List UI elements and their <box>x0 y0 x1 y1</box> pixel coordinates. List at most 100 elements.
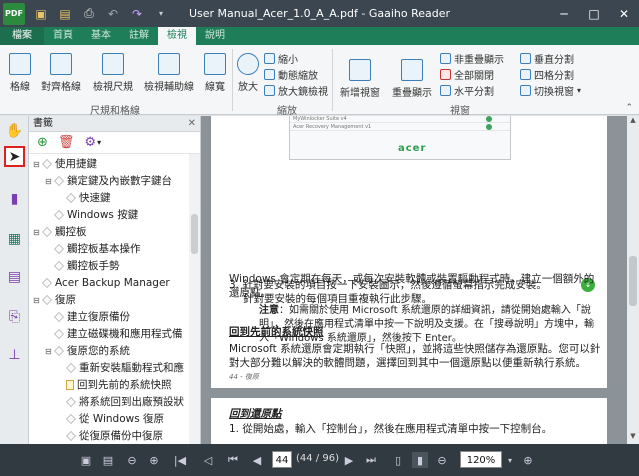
first-page-icon[interactable]: |◀ <box>172 452 188 468</box>
continuous-page-icon[interactable]: ▮ <box>412 452 428 468</box>
horizontal-split-button[interactable]: 水平分割 <box>440 83 494 98</box>
loupe-icon <box>264 85 275 96</box>
line-width-button[interactable]: 線寬 <box>202 53 228 93</box>
print-icon[interactable]: ⎙ <box>81 6 97 22</box>
bookmark-item[interactable]: 建立磁碟機和應用程式備 <box>29 326 200 343</box>
collapse-icon[interactable]: ⊟ <box>45 343 54 360</box>
zoom-in-status-icon[interactable]: ⊕ <box>520 452 536 468</box>
zoom-in-button[interactable]: 放大 <box>236 53 260 93</box>
save-icon[interactable]: ▤ <box>57 6 73 22</box>
bookmark-item[interactable]: 觸控板基本操作 <box>29 241 200 258</box>
panel-scrollbar[interactable] <box>189 154 200 444</box>
hand-tool-icon[interactable]: ✋ <box>4 120 25 141</box>
redo-icon[interactable]: ↷ <box>129 6 145 22</box>
fit-width-icon[interactable]: ▤ <box>100 452 116 468</box>
quad-split-button[interactable]: 四格分割 <box>520 67 574 82</box>
cascade-button[interactable]: 重疊顯示 <box>390 59 434 99</box>
tile-button[interactable]: 非重疊顯示 <box>440 51 504 66</box>
folder-icon[interactable]: ▣ <box>33 6 49 22</box>
panel-close-icon[interactable]: ✕ <box>188 116 196 132</box>
signature-icon[interactable]: ⊥ <box>4 344 25 365</box>
minimize-button[interactable]: ─ <box>549 0 579 27</box>
bookmark-item[interactable]: 從 Windows 復原 <box>29 411 200 428</box>
current-page-input[interactable]: 44 <box>272 451 292 468</box>
bookmark-item[interactable]: ⊟ 使用捷鍵 <box>29 156 200 173</box>
loupe-button[interactable]: 放大鏡檢視 <box>264 83 328 98</box>
panel-toolbar: ⊕ 🗑 ⚙ ▾ <box>29 132 200 154</box>
bookmark-item[interactable]: Windows 按鍵 <box>29 207 200 224</box>
bookmark-panel-icon[interactable]: ▮ <box>4 188 25 209</box>
collapse-icon[interactable]: ⊟ <box>33 292 42 309</box>
switch-window-button[interactable]: 切換視窗 ▾ <box>520 83 581 98</box>
bookmark-options-icon[interactable]: ⚙ <box>84 135 96 150</box>
document-scrollbar[interactable]: ▲ ▼ <box>627 116 639 444</box>
guides-button[interactable]: 檢視輔助線 <box>140 53 198 93</box>
collapse-icon[interactable]: ⊟ <box>45 173 54 190</box>
group-label-window: 視窗 <box>450 106 470 117</box>
tab-view[interactable]: 檢視 <box>158 27 196 45</box>
group-label-ruler-grid: 尺規和格線 <box>90 106 140 117</box>
previous-page-icon[interactable]: ◀ <box>250 452 264 468</box>
collapse-icon[interactable]: ⊟ <box>33 156 42 173</box>
bookmark-label: 重新安裝驅動程式和應 <box>79 362 184 374</box>
bookmark-item[interactable]: 重新安裝驅動程式和應 <box>29 360 200 377</box>
attachment-icon[interactable]: ⎘ <box>4 306 25 327</box>
bookmark-item[interactable]: 建立復原備份 <box>29 309 200 326</box>
vertical-split-button[interactable]: 垂直分割 <box>520 51 574 66</box>
zoom-dropdown-icon[interactable]: ▾ <box>504 452 516 468</box>
undo-icon[interactable]: ↶ <box>105 6 121 22</box>
delete-bookmark-icon[interactable]: 🗑 <box>58 135 75 150</box>
bookmark-item[interactable]: Acer Backup Manager <box>29 275 200 292</box>
bookmark-item[interactable]: ⊟ 鎖定鍵及內嵌數字鍵台 <box>29 173 200 190</box>
comments-icon[interactable]: ▤ <box>4 266 25 287</box>
bookmark-item[interactable]: 從復原備份中復原 <box>29 428 200 444</box>
bookmark-item[interactable]: 快速鍵 <box>29 190 200 207</box>
acer-logo: acer <box>398 143 427 154</box>
bookmark-item[interactable]: 回到先前的系統快照 <box>29 377 200 394</box>
next-page-icon[interactable]: ▶ <box>342 452 356 468</box>
collapse-icon[interactable]: ⊟ <box>33 224 42 241</box>
thumbnails-icon[interactable]: ▦ <box>4 228 25 249</box>
grid-button[interactable]: 格線 <box>4 53 36 93</box>
bookmark-item[interactable]: 將系統回到出廠預設狀 <box>29 394 200 411</box>
fit-page-icon[interactable]: ▣ <box>78 452 94 468</box>
bookmark-item[interactable]: ⊟ 復原您的系統 <box>29 343 200 360</box>
rotate-left-icon[interactable]: ⊖ <box>124 452 140 468</box>
tab-basic[interactable]: 基本 <box>82 27 120 45</box>
customize-icon[interactable]: ▾ <box>153 6 169 22</box>
new-window-button[interactable]: 新增視窗 <box>338 59 382 99</box>
dynamic-zoom-button[interactable]: 動態縮放 <box>264 67 318 82</box>
scroll-thumb[interactable] <box>629 256 637 306</box>
maximize-button[interactable]: □ <box>579 0 609 27</box>
zoom-out-button[interactable]: 縮小 <box>264 51 298 66</box>
panel-scroll-thumb[interactable] <box>191 214 198 254</box>
select-tool-icon[interactable]: ➤ <box>4 146 25 167</box>
rotate-right-icon[interactable]: ⊕ <box>146 452 162 468</box>
bookmark-icon <box>66 431 76 441</box>
ruler-button[interactable]: 檢視尺規 <box>88 53 138 93</box>
tab-home[interactable]: 首頁 <box>44 27 82 45</box>
bookmark-item[interactable]: 觸控板手勢 <box>29 258 200 275</box>
bookmark-label: 使用捷鍵 <box>55 158 97 170</box>
add-bookmark-icon[interactable]: ⊕ <box>37 135 48 150</box>
snap-grid-icon <box>50 53 72 75</box>
bookmark-item[interactable]: ⊟ 觸控板 <box>29 224 200 241</box>
zoom-level-select[interactable]: 120% <box>460 451 502 468</box>
snap-grid-button[interactable]: 對齊格線 <box>38 53 84 93</box>
first-page-button-icon[interactable]: ⏮ <box>226 452 240 468</box>
scroll-down-icon[interactable]: ▼ <box>627 432 639 444</box>
previous-view-icon[interactable]: ◁ <box>200 452 216 468</box>
bookmark-item[interactable]: ⊟ 復原 <box>29 292 200 309</box>
single-page-icon[interactable]: ▯ <box>390 452 406 468</box>
document-view[interactable]: MyWinlocker Suite v4 Acer Recovery Manag… <box>201 116 627 444</box>
zoom-out-status-icon[interactable]: ⊖ <box>434 452 450 468</box>
tab-comment[interactable]: 註解 <box>120 27 158 45</box>
tab-help[interactable]: 說明 <box>196 27 234 45</box>
close-all-button[interactable]: 全部關閉 <box>440 67 494 82</box>
tab-file[interactable]: 檔案 <box>0 27 44 45</box>
collapse-ribbon-icon[interactable]: ⌃ <box>625 103 633 113</box>
last-page-icon[interactable]: ⏭ <box>364 452 378 468</box>
scroll-up-icon[interactable]: ▲ <box>627 116 639 128</box>
vertical-split-icon <box>520 53 531 64</box>
close-button[interactable]: ✕ <box>609 0 639 27</box>
